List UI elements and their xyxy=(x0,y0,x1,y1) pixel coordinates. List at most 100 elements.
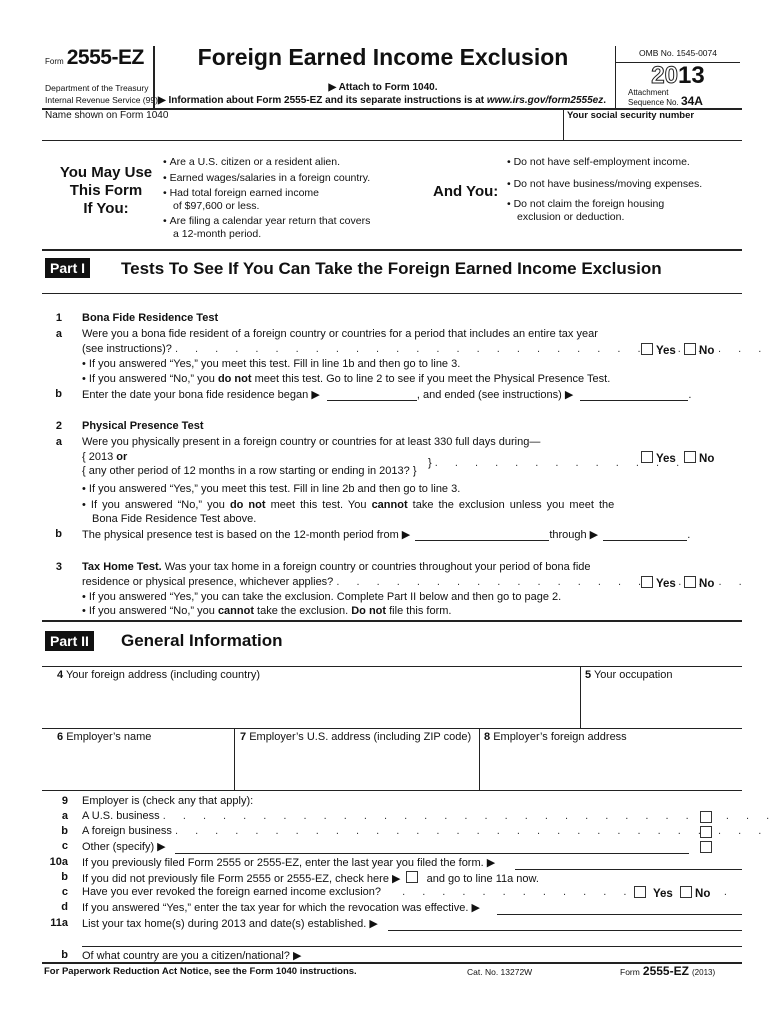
field5-label: Your occupation xyxy=(593,669,673,681)
form-number-block: Form 2555-EZ xyxy=(45,46,144,70)
line9-number: 9 xyxy=(61,795,68,807)
line2a-letter: a xyxy=(55,436,62,448)
sequence-number: 34A xyxy=(680,94,703,108)
part1-header: Part I xyxy=(45,258,91,278)
eligibility-item: Are filing a calendar year return that c… xyxy=(163,215,371,228)
line1b-text: Enter the date your bona fide residence … xyxy=(82,389,692,401)
line2-title: Physical Presence Test xyxy=(82,420,204,432)
field6-number: 6 xyxy=(57,731,64,743)
field6-label: Employer’s name xyxy=(66,731,152,743)
part1-badge: Part I xyxy=(45,258,91,278)
line11a-field[interactable] xyxy=(388,930,742,931)
line1-bullet-no: If you answered “No,” you do not meet th… xyxy=(82,373,610,385)
no-label: No xyxy=(699,345,715,357)
line2a-text: Were you physically present in a foreign… xyxy=(82,436,541,448)
line9b-text: A foreign business . . . . . . . . . . .… xyxy=(82,825,770,837)
eligibility-left-list: Are a U.S. citizen or a resident alien. … xyxy=(163,156,371,240)
line3-bullet-yes: If you answered “Yes,” you can take the … xyxy=(82,591,561,603)
info-note-url[interactable]: www.irs.gov/form2555ez xyxy=(487,95,603,106)
eligibility-bottom-rule xyxy=(42,249,742,251)
line1-title: Bona Fide Residence Test xyxy=(82,312,219,324)
field5-occupation[interactable]: 5 Your occupation xyxy=(581,667,741,727)
field7-number: 7 xyxy=(240,731,247,743)
line9c-letter: c xyxy=(61,840,68,852)
line2b-through-field[interactable] xyxy=(603,529,688,541)
line1a-no-checkbox[interactable] xyxy=(684,343,697,355)
tax-year-bold: 13 xyxy=(678,62,705,89)
part1-title-rule xyxy=(42,293,742,294)
line3-no-checkbox[interactable] xyxy=(684,576,697,588)
line9a-letter: a xyxy=(61,810,68,822)
field6-employer-name[interactable]: 6 Employer’s name xyxy=(42,729,234,789)
line10b-checkbox[interactable] xyxy=(405,871,418,883)
field7-employer-us-address[interactable]: 7 Employer’s U.S. address (including ZIP… xyxy=(235,729,479,789)
line2-bullet-no-cont: Bona Fide Residence Test above. xyxy=(92,513,257,525)
line11b-field[interactable] xyxy=(316,948,742,961)
yes-label: Yes xyxy=(656,578,676,590)
line2b-from-field[interactable] xyxy=(415,529,550,541)
line10a-number: 10a xyxy=(49,856,68,868)
line9a-checkbox[interactable] xyxy=(700,811,712,823)
part2-title: General Information xyxy=(121,631,283,650)
line11a-field-line2[interactable] xyxy=(82,946,742,947)
line1b-letter: b xyxy=(55,388,62,400)
field4-foreign-address[interactable]: 4 Your foreign address (including countr… xyxy=(42,667,579,727)
line2b-letter: b xyxy=(55,528,62,540)
line3-bullet-no: If you answered “No,” you cannot take th… xyxy=(82,605,452,617)
form-title: Foreign Earned Income Exclusion xyxy=(197,44,569,70)
info-note-prefix: ▶ Information about Form 2555-EZ and its… xyxy=(158,95,487,106)
eligibility-item-cont: a 12-month period. xyxy=(173,227,262,240)
form-header: Form 2555-EZ Department of the Treasury … xyxy=(0,0,770,141)
eligibility-item: Are a U.S. citizen or a resident alien. xyxy=(163,156,370,169)
line9c-specify-field[interactable] xyxy=(175,853,689,854)
line9-text: Employer is (check any that apply): xyxy=(82,795,254,807)
line3-yes-checkbox[interactable] xyxy=(641,576,653,588)
eligibility-right-heading: And You: xyxy=(433,183,499,200)
part1-title: Tests To See If You Can Take the Foreign… xyxy=(121,259,662,278)
eligibility-item: Earned wages/salaries in a foreign count… xyxy=(163,172,371,185)
line1a-yes-checkbox[interactable] xyxy=(641,343,653,355)
line1b-began-field[interactable] xyxy=(326,389,417,401)
line10a-field[interactable] xyxy=(515,869,742,870)
line11b-letter: b xyxy=(61,949,68,961)
line2a-no-checkbox[interactable] xyxy=(684,451,697,463)
line9b-checkbox[interactable] xyxy=(700,826,712,838)
line10c-yes-no: Yes No xyxy=(634,886,710,900)
department-line1: Department of the Treasury xyxy=(45,83,149,93)
info-note: ▶ Information about Form 2555-EZ and its… xyxy=(158,95,606,106)
line2a-opt1: { 2013 or xyxy=(82,451,128,463)
line10d-field[interactable] xyxy=(497,914,742,915)
paperwork-notice: For Paperwork Reduction Act Notice, see … xyxy=(44,966,357,977)
line2b-text: The physical presence test is based on t… xyxy=(82,529,691,541)
yes-label: Yes xyxy=(656,453,676,465)
part2-header: Part II xyxy=(45,631,94,651)
ssn-field[interactable] xyxy=(564,122,740,138)
line1b-ended-field[interactable] xyxy=(580,389,689,401)
field8-number: 8 xyxy=(484,731,491,743)
line2a-yes-checkbox[interactable] xyxy=(641,451,653,463)
eligibility-left-heading: You May Use This Form If You: xyxy=(59,164,153,217)
line11b-text: Of what country are you a citizen/nation… xyxy=(82,950,302,962)
line10d-text: If you answered “Yes,” enter the tax yea… xyxy=(82,902,480,914)
name-label: Name shown on Form 1040 xyxy=(45,110,169,121)
catalog-number: Cat. No. 13272W xyxy=(467,967,533,977)
line2-bullet-yes: If you answered “Yes,” you meet this tes… xyxy=(82,483,460,495)
line1-number: 1 xyxy=(55,312,62,324)
line3-number: 3 xyxy=(55,561,62,573)
name-field[interactable] xyxy=(42,122,562,138)
eligibility-item: Had total foreign earned income xyxy=(163,187,370,200)
ssn-label: Your social security number xyxy=(567,110,695,121)
line9b-letter: b xyxy=(61,825,68,837)
no-label: No xyxy=(699,453,715,465)
yes-label: Yes xyxy=(653,888,673,900)
field8-employer-foreign-address[interactable]: 8 Employer’s foreign address xyxy=(480,729,741,789)
line1a-letter: a xyxy=(55,328,62,340)
field7-label: Employer’s U.S. address (including ZIP c… xyxy=(249,731,472,743)
line9c-checkbox[interactable] xyxy=(700,841,712,853)
eligibility-right-list: Do not have self-employment income. Do n… xyxy=(507,156,703,223)
line10c-no-checkbox[interactable] xyxy=(680,886,693,898)
eligibility-section: You May Use This Form If You: Are a U.S.… xyxy=(0,140,770,251)
no-label: No xyxy=(699,578,715,590)
line1-bullet-yes: If you answered “Yes,” you meet this tes… xyxy=(82,358,460,370)
line10c-yes-checkbox[interactable] xyxy=(634,886,646,898)
